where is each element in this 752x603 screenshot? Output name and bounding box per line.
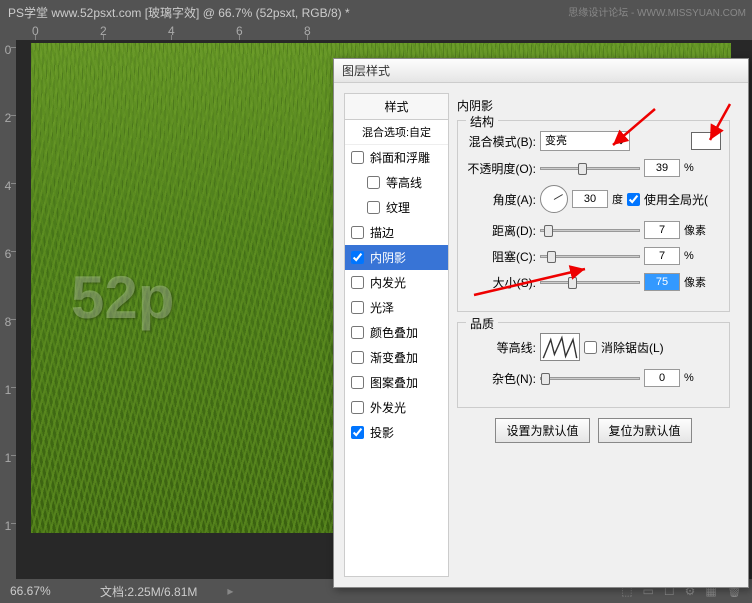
style-item-outer-glow[interactable]: 外发光 — [345, 395, 448, 420]
doc-size: 文档:2.25M/6.81M — [100, 583, 197, 600]
choke-input[interactable] — [644, 247, 680, 265]
ruler-tick: 4 — [168, 24, 175, 40]
style-item-satin[interactable]: 光泽 — [345, 295, 448, 320]
antialias-checkbox[interactable] — [584, 341, 597, 354]
style-item-stroke[interactable]: 描边 — [345, 220, 448, 245]
ruler-tick: 1 — [0, 451, 16, 465]
panel-title: 内阴影 — [457, 97, 730, 114]
style-item-inner-glow[interactable]: 内发光 — [345, 270, 448, 295]
choke-label: 阻塞(C): — [466, 248, 536, 265]
contour-picker[interactable] — [540, 333, 580, 361]
checkbox[interactable] — [351, 276, 364, 289]
antialias-label: 消除锯齿(L) — [601, 339, 664, 356]
contour-label: 等高线: — [466, 339, 536, 356]
ruler-tick: 2 — [0, 111, 16, 125]
opacity-label: 不透明度(O): — [466, 160, 536, 177]
opacity-input[interactable] — [644, 159, 680, 177]
style-list: 样式 混合选项:自定 斜面和浮雕 等高线 纹理 描边 内阴影 内发光 光泽 颜色… — [344, 93, 449, 577]
choke-slider[interactable] — [540, 255, 640, 258]
global-light-checkbox[interactable] — [627, 193, 640, 206]
ruler-vertical: 0 2 4 6 8 1 1 1 — [0, 40, 16, 580]
size-input[interactable] — [644, 273, 680, 291]
structure-group: 结构 混合模式(B): 变亮 不透明度(O): % — [457, 120, 730, 312]
layer-style-dialog: 图层样式 样式 混合选项:自定 斜面和浮雕 等高线 纹理 描边 内阴影 内发光 … — [333, 58, 749, 588]
distance-label: 距离(D): — [466, 222, 536, 239]
blending-options[interactable]: 混合选项:自定 — [345, 120, 448, 145]
style-item-texture[interactable]: 纹理 — [345, 195, 448, 220]
style-item-contour[interactable]: 等高线 — [345, 170, 448, 195]
noise-label: 杂色(N): — [466, 370, 536, 387]
ruler-horizontal: 0 2 4 6 8 — [0, 24, 752, 40]
ruler-tick: 4 — [0, 179, 16, 193]
size-label: 大小(S): — [466, 274, 536, 291]
blend-mode-select[interactable]: 变亮 — [540, 131, 630, 151]
glass-text-effect: 52p — [71, 263, 174, 332]
make-default-button[interactable]: 设置为默认值 — [495, 418, 589, 443]
style-item-drop-shadow[interactable]: 投影 — [345, 420, 448, 445]
ruler-tick: 1 — [0, 383, 16, 397]
distance-input[interactable] — [644, 221, 680, 239]
blend-mode-label: 混合模式(B): — [466, 133, 536, 150]
global-light-label: 使用全局光( — [644, 191, 708, 208]
ruler-tick: 8 — [304, 24, 311, 40]
checkbox[interactable] — [351, 326, 364, 339]
ruler-tick: 0 — [32, 24, 39, 40]
size-slider[interactable] — [540, 281, 640, 284]
checkbox[interactable] — [351, 376, 364, 389]
angle-label: 角度(A): — [466, 191, 536, 208]
checkbox[interactable] — [351, 226, 364, 239]
reset-default-button[interactable]: 复位为默认值 — [598, 418, 692, 443]
checkbox[interactable] — [367, 176, 380, 189]
dialog-titlebar[interactable]: 图层样式 — [334, 59, 748, 83]
checkbox[interactable] — [351, 426, 364, 439]
ruler-tick: 6 — [0, 247, 16, 261]
style-item-grad-overlay[interactable]: 渐变叠加 — [345, 345, 448, 370]
source-watermark: 思缘设计论坛 - WWW.MISSYUAN.COM — [568, 4, 746, 19]
checkbox[interactable] — [351, 251, 364, 264]
angle-dial[interactable] — [540, 185, 568, 213]
style-item-bevel[interactable]: 斜面和浮雕 — [345, 145, 448, 170]
ruler-tick: 0 — [0, 43, 16, 57]
quality-group: 品质 等高线: 消除锯齿(L) 杂色(N): — [457, 322, 730, 408]
checkbox[interactable] — [351, 151, 364, 164]
checkbox[interactable] — [351, 351, 364, 364]
style-item-color-overlay[interactable]: 颜色叠加 — [345, 320, 448, 345]
distance-slider[interactable] — [540, 229, 640, 232]
noise-slider[interactable] — [540, 377, 640, 380]
angle-input[interactable] — [572, 190, 608, 208]
checkbox[interactable] — [367, 201, 380, 214]
ruler-tick: 8 — [0, 315, 16, 329]
opacity-slider[interactable] — [540, 167, 640, 170]
noise-input[interactable] — [644, 369, 680, 387]
style-item-pat-overlay[interactable]: 图案叠加 — [345, 370, 448, 395]
color-swatch[interactable] — [691, 132, 721, 150]
checkbox[interactable] — [351, 401, 364, 414]
ruler-tick: 6 — [236, 24, 243, 40]
style-item-inner-shadow[interactable]: 内阴影 — [345, 245, 448, 270]
ruler-tick: 2 — [100, 24, 107, 40]
style-list-header[interactable]: 样式 — [345, 94, 448, 120]
ruler-tick: 1 — [0, 519, 16, 533]
doc-title: PS学堂 www.52psxt.com [玻璃字效] @ 66.7% (52ps… — [8, 4, 350, 21]
zoom-level[interactable]: 66.67% — [10, 584, 70, 598]
checkbox[interactable] — [351, 301, 364, 314]
settings-panel: 内阴影 结构 混合模式(B): 变亮 不透明度(O): — [449, 93, 738, 577]
